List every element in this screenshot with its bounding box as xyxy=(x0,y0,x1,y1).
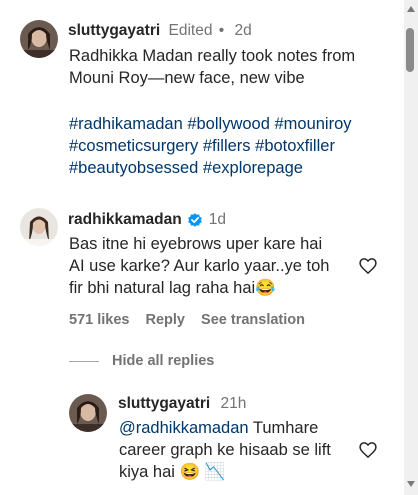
reply-button[interactable]: Reply xyxy=(146,312,186,328)
timestamp[interactable]: 2d xyxy=(235,22,252,39)
see-translation-button[interactable]: See translation xyxy=(201,312,305,328)
heart-outline-icon[interactable] xyxy=(358,440,378,460)
comment-line: Bas itne hi eyebrows uper kare hai xyxy=(69,235,323,253)
comment-header: radhikkamadan 1d xyxy=(68,211,226,229)
mention-link[interactable]: @radhikkamadan xyxy=(119,419,249,437)
comment-line: @radhikkamadan Tumhare xyxy=(119,417,359,439)
scroll-down-arrow-icon[interactable] xyxy=(407,481,415,487)
separator: • xyxy=(218,22,225,39)
comment-body: Bas itne hi eyebrows uper kare hai AI us… xyxy=(69,233,359,299)
comment-line: Radhikka Madan really took notes from xyxy=(69,47,356,65)
comment-text: Tumhare xyxy=(248,419,319,437)
hashtag-line[interactable]: #cosmeticsurgery #fillers #botoxfiller xyxy=(69,135,399,157)
comment-header: sluttygayatri 21h xyxy=(118,395,246,413)
avatar[interactable] xyxy=(69,394,107,432)
divider xyxy=(69,361,99,362)
timestamp[interactable]: 21h xyxy=(220,395,246,412)
avatar[interactable] xyxy=(20,208,58,246)
comment-body: Radhikka Madan really took notes from Mo… xyxy=(69,45,399,89)
likes-count[interactable]: 571 likes xyxy=(69,312,129,328)
edited-label: Edited xyxy=(168,22,213,39)
hashtag-line[interactable]: #radhikamadan #bollywood #mouniroy xyxy=(69,113,399,135)
hide-replies-button[interactable]: Hide all replies xyxy=(112,353,214,369)
verified-badge-icon xyxy=(187,212,203,228)
hashtags: #radhikamadan #bollywood #mouniroy #cosm… xyxy=(69,113,399,179)
heart-outline-icon[interactable] xyxy=(358,256,378,276)
comment-header: sluttygayatri Edited • 2d xyxy=(68,22,252,40)
scrollbar[interactable] xyxy=(404,0,418,495)
comment-line: career graph ke hisaab se lift xyxy=(119,441,331,459)
comment-line: Mouni Roy—new face, new vibe xyxy=(69,69,305,87)
comment-actions: 571 likes Reply See translation xyxy=(69,312,305,328)
comment-line: AI use karke? Aur karlo yaar..ye toh xyxy=(69,257,330,275)
scroll-up-arrow-icon[interactable] xyxy=(407,6,415,12)
avatar[interactable] xyxy=(20,20,58,58)
comment-body: @radhikkamadan Tumhare career graph ke h… xyxy=(119,417,359,483)
username[interactable]: sluttygayatri xyxy=(118,395,210,412)
hashtag-line[interactable]: #beautyobsessed #explorepage xyxy=(69,157,399,179)
username[interactable]: sluttygayatri xyxy=(68,22,160,39)
comment-line: kiya hai 😆 📉 xyxy=(119,463,226,481)
username[interactable]: radhikkamadan xyxy=(68,211,182,229)
comment-line: fir bhi natural lag raha hai😂 xyxy=(69,279,276,297)
scrollbar-thumb[interactable] xyxy=(406,28,414,72)
timestamp[interactable]: 1d xyxy=(209,211,226,229)
